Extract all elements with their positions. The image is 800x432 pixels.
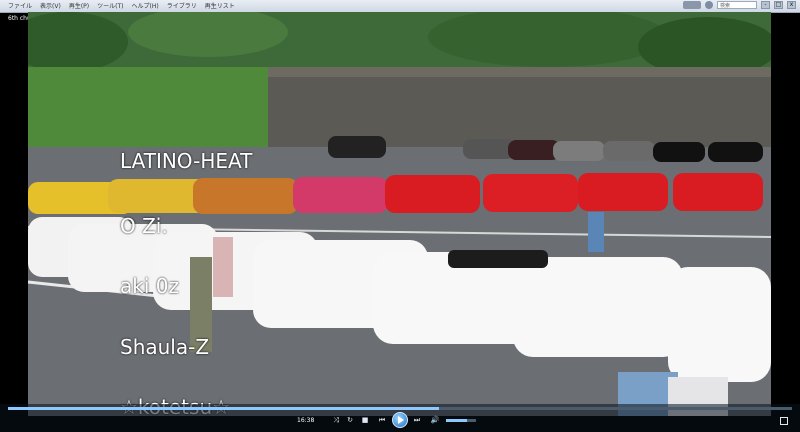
menu-item-library[interactable]: ライブラリ — [167, 1, 197, 10]
video-frame[interactable]: LATINO-HEAT O Zi. aki 0z Shaula-Z ☆kotet… — [28, 12, 771, 416]
menu-item-play[interactable]: 再生(P) — [69, 1, 89, 10]
menu-item-playlist[interactable]: 再生リスト — [205, 1, 235, 10]
seek-bar[interactable] — [8, 407, 792, 410]
previous-icon[interactable]: ⏮ — [377, 415, 387, 425]
volume-level — [446, 419, 467, 422]
next-icon[interactable]: ⏭ — [412, 415, 422, 425]
minimize-button[interactable]: - — [761, 1, 770, 9]
overlay-line-3: aki 0z — [120, 274, 179, 298]
close-button[interactable]: x — [787, 1, 796, 9]
menu-item-help[interactable]: ヘルプ(H) — [131, 1, 158, 10]
player-controls: 16:38 ⤨ ↻ ■ ⏮ ⏭ 🔊 — [0, 404, 800, 432]
menu-items: ファイル 表示(V) 再生(P) ツール(T) ヘルプ(H) ライブラリ 再生リ… — [8, 1, 235, 10]
top-right-controls: 検索 - □ x — [683, 1, 796, 9]
menu-item-view[interactable]: 表示(V) — [40, 1, 61, 10]
maximize-button[interactable]: □ — [774, 1, 783, 9]
fullscreen-icon[interactable] — [780, 417, 788, 425]
seek-progress — [8, 407, 440, 410]
shuffle-icon[interactable]: ⤨ — [331, 415, 341, 425]
stop-icon[interactable]: ■ — [360, 415, 370, 425]
overlay-line-2: O Zi. — [120, 214, 168, 238]
view-switch-button[interactable] — [683, 1, 701, 9]
repeat-icon[interactable]: ↻ — [345, 415, 355, 425]
search-input[interactable]: 検索 — [717, 1, 757, 9]
volume-slider[interactable] — [446, 419, 476, 422]
menu-item-tools[interactable]: ツール(T) — [97, 1, 123, 10]
overlay-line-1: LATINO-HEAT — [120, 149, 253, 173]
overlay-line-4: Shaula-Z — [120, 335, 210, 359]
menu-item-file[interactable]: ファイル — [8, 1, 32, 10]
volume-icon[interactable]: 🔊 — [430, 415, 440, 425]
play-button[interactable] — [392, 412, 408, 428]
current-time: 16:38 — [297, 417, 315, 424]
options-icon[interactable] — [705, 1, 713, 9]
